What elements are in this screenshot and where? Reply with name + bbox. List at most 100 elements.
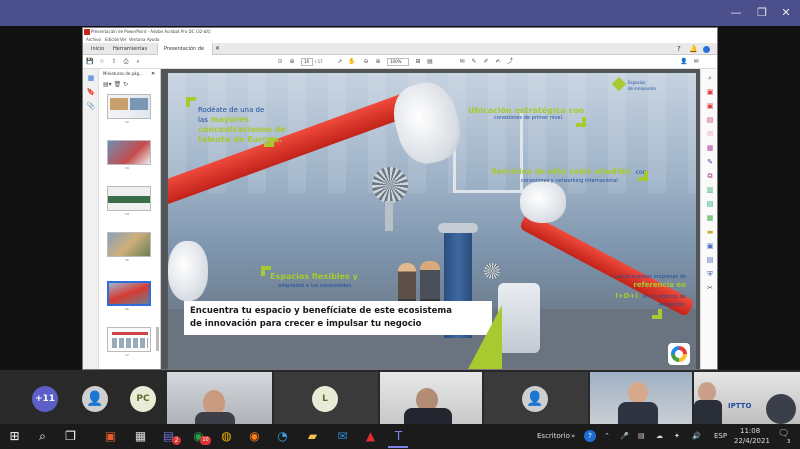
star-icon[interactable]: ☆ (97, 55, 107, 69)
measure-icon[interactable]: ▦ (705, 213, 715, 223)
teams-taskbar-icon[interactable]: T (390, 428, 407, 445)
next-page-icon[interactable]: ⊕ (287, 55, 297, 69)
menu-edicion[interactable]: Edición (105, 36, 119, 43)
select-tool-icon[interactable]: ➚ (335, 55, 345, 69)
edit-pdf-icon[interactable]: ▤ (705, 115, 715, 125)
windows-start-icon[interactable]: ⊞ (6, 428, 23, 445)
fit-page-icon[interactable]: ⊞ (413, 55, 423, 69)
tab-close-icon[interactable]: ✕ (215, 43, 220, 55)
export-pdf-icon[interactable]: ▣ (705, 87, 715, 97)
menu-archivo[interactable]: Archivo (86, 36, 101, 43)
search-icon[interactable]: ⌕ (133, 55, 143, 69)
mail-app-icon[interactable]: ✉ (334, 428, 351, 445)
scan-icon[interactable]: ▥ (705, 185, 715, 195)
save-icon[interactable]: 💾 (85, 55, 95, 69)
thumb-scrollbar[interactable] (156, 327, 159, 351)
thumbnails-icon[interactable]: ▦ (86, 73, 96, 83)
send-icon[interactable]: ▣ (705, 241, 715, 251)
cloud-icon[interactable]: ☁ (656, 432, 663, 441)
help-icon[interactable]: ? (677, 43, 681, 55)
hand-tool-icon[interactable]: ✋ (347, 55, 357, 69)
sign-icon[interactable]: ✍ (493, 55, 503, 69)
task-view-icon[interactable]: ❐ (62, 428, 79, 445)
bell-icon[interactable]: 🔔 (689, 43, 698, 55)
more-tools-icon[interactable]: ✂ (705, 283, 715, 293)
desktop-label[interactable]: Escritorio (537, 432, 570, 441)
file-explorer-icon[interactable]: ▰ (304, 428, 321, 445)
zoom-out-icon[interactable]: ⊖ (361, 55, 371, 69)
video-tile-4[interactable]: 👤 (484, 372, 588, 424)
microphone-icon[interactable]: 🎤 (620, 432, 629, 441)
menu-ver[interactable]: Ver (120, 36, 127, 43)
notification-icon[interactable]: 🗨 (778, 430, 789, 439)
menu-ayuda[interactable]: Ayuda (147, 36, 159, 43)
video-tile-3[interactable] (380, 372, 482, 424)
thumb-page-17[interactable] (107, 327, 151, 352)
share-icon[interactable]: ⤴ (505, 55, 515, 69)
account-icon[interactable] (703, 46, 710, 53)
page-number-input[interactable]: 16 (301, 58, 313, 66)
scroll-mode-icon[interactable]: ▤ (425, 55, 435, 69)
dropbox-icon[interactable]: ✦ (674, 432, 680, 441)
thumb-options-icon[interactable]: ▤▾ (103, 81, 112, 88)
video-tile-5[interactable] (590, 372, 692, 424)
zoom-in-icon[interactable]: ⊕ (373, 55, 383, 69)
tab-document[interactable]: Presentación de Po... (157, 43, 213, 64)
office-icon[interactable]: ▣ (102, 428, 119, 445)
video-tile-2[interactable]: L (274, 372, 378, 424)
participant-pc[interactable]: PC (130, 386, 156, 412)
acrobat-taskbar-icon[interactable]: ▲ (362, 428, 379, 445)
prev-page-icon[interactable]: ⊙ (275, 55, 285, 69)
menu-ventana[interactable]: Ventana (129, 36, 145, 43)
zoom-icon[interactable]: ⌕ (705, 73, 715, 83)
thumb-page-15[interactable] (107, 232, 151, 257)
pen-icon[interactable]: ✎ (469, 55, 479, 69)
clock-time[interactable]: 11:08 (740, 427, 760, 436)
highlight-icon[interactable]: ✐ (481, 55, 491, 69)
overflow-participants[interactable]: +11 (32, 386, 58, 412)
upload-icon[interactable]: ⇧ (109, 55, 119, 69)
rotate-icon[interactable]: ↻ (123, 81, 128, 88)
edge-icon[interactable]: ◔ (274, 428, 291, 445)
participant-avatar-icon[interactable]: 👤 (82, 386, 108, 412)
up-arrow-icon[interactable]: ⌃ (604, 432, 610, 441)
fill-sign-icon[interactable]: ✎ (705, 157, 715, 167)
thumb-page-13[interactable] (107, 140, 151, 165)
comment-tool-icon[interactable]: ✉ (705, 129, 715, 139)
close-panel-icon[interactable]: ✕ (151, 71, 155, 77)
create-pdf-icon[interactable]: ▣ (705, 101, 715, 111)
combine-icon[interactable]: ⧉ (705, 171, 715, 181)
video-tile-6[interactable]: IPTTO (694, 372, 800, 424)
attachment-icon[interactable]: 📎 (86, 101, 96, 111)
stamp-icon[interactable]: ▤ (705, 255, 715, 265)
mail-icon[interactable]: ✉ (691, 55, 701, 69)
bookmark-icon[interactable]: 🔖 (86, 87, 96, 97)
maximize-icon[interactable]: ❐ (754, 6, 770, 20)
notepad-icon[interactable]: ▤ (638, 432, 645, 441)
comment-icon[interactable]: ✉ (457, 55, 467, 69)
chevron-icon[interactable]: » (571, 432, 575, 441)
firefox-icon[interactable]: ◉ (246, 428, 263, 445)
search-taskbar-icon[interactable]: ⌕ (34, 428, 51, 445)
language-indicator[interactable]: ESP (714, 432, 727, 441)
minimize-icon[interactable]: — (728, 6, 744, 20)
thumb-page-14[interactable] (107, 186, 151, 211)
zoom-select[interactable]: 100% (387, 58, 409, 66)
comment-yellow-icon[interactable]: ▬ (705, 227, 715, 237)
print-icon[interactable]: ⎙ (121, 55, 131, 69)
close-icon[interactable]: ✕ (778, 6, 794, 20)
tab-herramientas[interactable]: Herramientas (107, 43, 153, 55)
thumb-page-12[interactable] (107, 94, 151, 119)
share-user-icon[interactable]: 👤 (679, 55, 689, 69)
delete-page-icon[interactable]: 🗑 (114, 81, 122, 88)
calculator-icon[interactable]: ▦ (132, 428, 149, 445)
clock-date[interactable]: 22/4/2021 (734, 437, 770, 446)
compress-icon[interactable]: ▤ (705, 199, 715, 209)
chrome-icon[interactable]: ◍ (218, 428, 235, 445)
volume-icon[interactable]: 🔊 (692, 432, 701, 441)
organize-icon[interactable]: ▦ (705, 143, 715, 153)
thumb-page-16[interactable] (107, 281, 151, 306)
protect-icon[interactable]: ⛨ (705, 269, 715, 279)
video-tile-1[interactable] (167, 372, 272, 424)
help-tray-icon[interactable]: ? (584, 430, 596, 442)
